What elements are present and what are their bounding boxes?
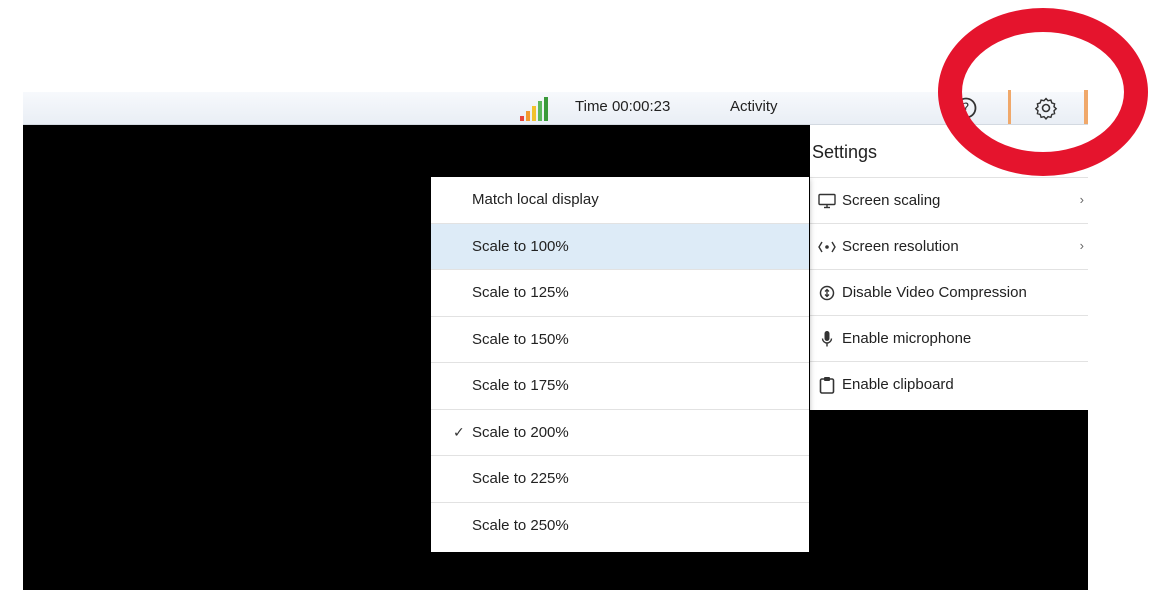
settings-item-label: Screen resolution [842, 238, 959, 255]
signal-strength-icon [520, 97, 550, 121]
scale-option-label: Match local display [472, 191, 599, 209]
scale-option-label: Scale to 100% [472, 237, 569, 255]
scale-option-200[interactable]: ✓ Scale to 200% [431, 410, 809, 456]
settings-title: Settings [812, 142, 878, 162]
settings-item-disable-video-compression[interactable]: Disable Video Compression [810, 269, 1088, 315]
settings-item-screen-resolution[interactable]: Screen resolution › [810, 223, 1088, 269]
annotation-highlight-circle [938, 8, 1148, 176]
chevron-right-icon: › [1079, 192, 1084, 207]
scale-option-match-local-display[interactable]: Match local display [431, 177, 809, 224]
scale-option-125[interactable]: Scale to 125% [431, 270, 809, 317]
settings-item-label: Disable Video Compression [842, 284, 1027, 301]
scale-option-label: Scale to 225% [472, 470, 569, 488]
settings-list: Screen scaling › Screen resolution › Dis… [810, 177, 1088, 407]
activity-menu-button[interactable]: Activity [730, 98, 778, 115]
clipboard-icon [818, 376, 836, 394]
scale-option-100[interactable]: Scale to 100% [431, 223, 809, 270]
session-toolbar [23, 92, 1088, 125]
scale-option-label: Scale to 200% [472, 423, 569, 441]
chevron-right-icon: › [1079, 238, 1084, 253]
scale-option-label: Scale to 250% [472, 517, 569, 535]
scale-option-label: Scale to 125% [472, 284, 569, 302]
compression-icon [818, 284, 836, 302]
settings-item-label: Enable microphone [842, 330, 972, 347]
settings-item-label: Enable clipboard [842, 376, 954, 393]
settings-item-enable-clipboard[interactable]: Enable clipboard [810, 361, 1088, 407]
monitor-icon [818, 192, 836, 210]
checkmark-icon: ✓ [453, 423, 465, 440]
scale-option-label: Scale to 150% [472, 330, 569, 348]
settings-item-label: Screen scaling [842, 192, 941, 209]
microphone-icon [818, 330, 836, 348]
scale-option-150[interactable]: Scale to 150% [431, 317, 809, 363]
settings-item-screen-scaling[interactable]: Screen scaling › [810, 177, 1088, 223]
resolution-icon [818, 238, 836, 256]
settings-item-enable-microphone[interactable]: Enable microphone [810, 315, 1088, 361]
scale-option-label: Scale to 175% [472, 377, 569, 395]
scale-option-175[interactable]: Scale to 175% [431, 363, 809, 410]
screen-scaling-submenu: Match local display Scale to 100% Scale … [431, 177, 809, 552]
scale-option-225[interactable]: Scale to 225% [431, 456, 809, 503]
scale-option-250[interactable]: Scale to 250% [431, 503, 809, 550]
session-timer: Time 00:00:23 [575, 98, 671, 115]
